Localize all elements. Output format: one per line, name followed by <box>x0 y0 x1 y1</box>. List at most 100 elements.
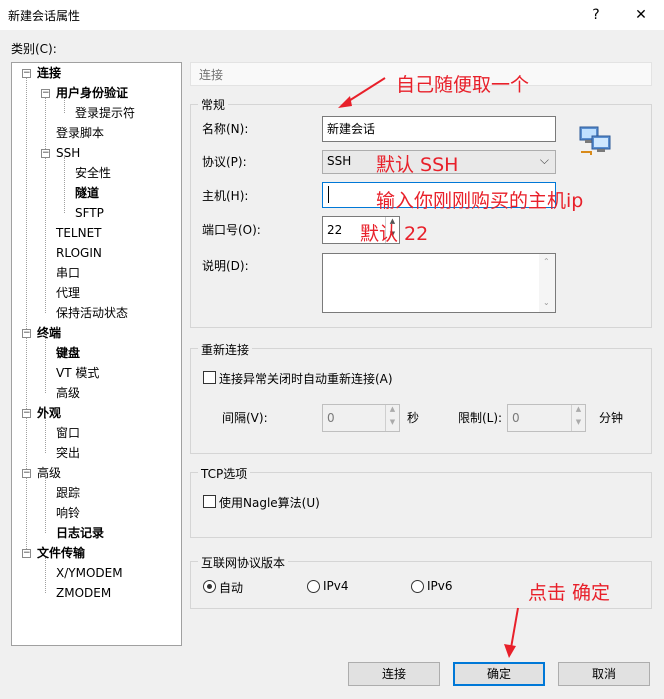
tree-item-security[interactable]: 安全性 <box>75 165 111 181</box>
collapse-icon[interactable]: − <box>41 149 50 158</box>
host-label: 主机(H): <box>202 189 249 203</box>
limit-spin-down[interactable]: ▼ <box>571 418 585 431</box>
tree-item-login-script[interactable]: 登录脚本 <box>56 125 104 141</box>
category-tree[interactable]: − 连接 − 用户身份验证 登录提示符 登录脚本 − SSH 安全性 隧道 SF… <box>11 62 182 646</box>
annotation-host-hint: 输入你刚刚购买的主机ip <box>376 190 584 212</box>
tree-item-keyboard[interactable]: 键盘 <box>56 345 80 361</box>
limit-value: 0 <box>512 411 520 425</box>
tree-item-user-auth[interactable]: 用户身份验证 <box>56 85 128 101</box>
tree-item-connection[interactable]: 连接 <box>37 65 61 81</box>
tree-item-keepalive[interactable]: 保持活动状态 <box>56 305 128 321</box>
tree-guide <box>45 97 46 313</box>
protocol-label: 协议(P): <box>202 155 247 169</box>
chevron-down-icon: ⌵ <box>539 153 549 167</box>
auto-reconnect-label: 连接异常关闭时自动重新连接(A) <box>219 372 393 386</box>
interval-value: 0 <box>327 411 335 425</box>
tree-item-logging[interactable]: 日志记录 <box>56 525 104 541</box>
name-label: 名称(N): <box>202 122 249 136</box>
interval-label: 间隔(V): <box>222 411 268 425</box>
tree-item-appearance[interactable]: 外观 <box>37 405 61 421</box>
tree-item-ssh[interactable]: SSH <box>56 145 80 161</box>
tree-item-telnet[interactable]: TELNET <box>56 225 102 241</box>
ipv4-label: IPv4 <box>323 579 349 593</box>
annotation-port-hint: 默认 22 <box>360 223 429 245</box>
tree-item-bell[interactable]: 响铃 <box>56 505 80 521</box>
window-title: 新建会话属性 <box>8 9 81 23</box>
annotation-arrow-ok <box>504 607 519 658</box>
limit-unit: 分钟 <box>599 411 624 425</box>
description-textarea[interactable] <box>322 253 556 313</box>
tree-item-login-prompts[interactable]: 登录提示符 <box>75 105 135 121</box>
annotation-ok-hint: 点击 确定 <box>528 582 611 604</box>
tree-guide <box>45 477 46 533</box>
tree-item-proxy[interactable]: 代理 <box>56 285 80 301</box>
tree-item-xymodem[interactable]: X/YMODEM <box>56 565 123 581</box>
tree-guide <box>45 417 46 453</box>
tree-item-tunnel[interactable]: 隧道 <box>75 185 99 201</box>
collapse-icon[interactable]: − <box>22 69 31 78</box>
ip-version-group-title: 互联网协议版本 <box>198 554 289 571</box>
text-caret <box>328 186 329 203</box>
annotation-arrow-name <box>338 77 386 108</box>
help-button[interactable]: ? <box>585 4 607 26</box>
interval-unit: 秒 <box>407 411 420 425</box>
interval-spin-up[interactable]: ▲ <box>385 405 399 418</box>
ip-auto-radio[interactable] <box>203 580 216 593</box>
panel-title: 连接 <box>199 68 224 82</box>
radio-selected-dot <box>207 584 212 589</box>
ipv4-radio[interactable] <box>307 580 320 593</box>
category-label: 类别(C): <box>11 42 57 56</box>
collapse-icon[interactable]: − <box>41 89 50 98</box>
scroll-up-icon[interactable]: ⌃ <box>543 257 550 266</box>
tree-item-rlogin[interactable]: RLOGIN <box>56 245 102 261</box>
ipv6-radio[interactable] <box>411 580 424 593</box>
nagle-label: 使用Nagle算法(U) <box>219 496 320 510</box>
description-label: 说明(D): <box>202 259 249 273</box>
network-computers-icon <box>579 126 611 155</box>
tree-item-trace[interactable]: 跟踪 <box>56 485 80 501</box>
reconnect-group-title: 重新连接 <box>198 341 253 358</box>
ipv6-label: IPv6 <box>427 579 453 593</box>
tree-guide <box>45 557 46 593</box>
scroll-down-icon[interactable]: ⌄ <box>543 298 550 307</box>
tree-item-vt-mode[interactable]: VT 模式 <box>56 365 99 381</box>
collapse-icon[interactable]: − <box>22 409 31 418</box>
ok-button[interactable]: 确定 <box>453 662 545 686</box>
port-value: 22 <box>327 223 343 237</box>
tree-item-file-transfer[interactable]: 文件传输 <box>37 545 85 561</box>
cancel-button[interactable]: 取消 <box>558 662 650 686</box>
ip-auto-label: 自动 <box>219 581 244 595</box>
tree-item-terminal[interactable]: 终端 <box>37 325 61 341</box>
tree-guide <box>64 157 65 213</box>
reconnect-group <box>190 348 652 454</box>
tree-guide <box>45 337 46 393</box>
tree-item-sftp[interactable]: SFTP <box>75 205 104 221</box>
collapse-icon[interactable]: − <box>22 549 31 558</box>
tcp-group-title: TCP选项 <box>198 465 251 482</box>
connect-button[interactable]: 连接 <box>348 662 440 686</box>
tree-item-advanced2[interactable]: 高级 <box>37 465 61 481</box>
annotation-name-hint: 自己随便取一个 <box>396 74 530 96</box>
tree-item-zmodem[interactable]: ZMODEM <box>56 585 111 601</box>
name-input[interactable]: 新建会话 <box>322 116 556 142</box>
port-label: 端口号(O): <box>202 223 261 237</box>
annotation-protocol-hint: 默认 SSH <box>376 154 459 176</box>
collapse-icon[interactable]: − <box>22 329 31 338</box>
tree-item-window[interactable]: 窗口 <box>56 425 80 441</box>
auto-reconnect-checkbox[interactable] <box>203 371 216 384</box>
collapse-icon[interactable]: − <box>22 469 31 478</box>
protocol-value: SSH <box>327 154 352 168</box>
title-bar: 新建会话属性 ? ✕ <box>0 0 664 30</box>
nagle-checkbox[interactable] <box>203 495 216 508</box>
tree-item-highlight[interactable]: 突出 <box>56 445 80 461</box>
limit-spin-up[interactable]: ▲ <box>571 405 585 418</box>
limit-label: 限制(L): <box>458 411 503 425</box>
tree-item-serial[interactable]: 串口 <box>56 265 80 281</box>
general-group-title: 常规 <box>198 96 229 113</box>
interval-spin-down[interactable]: ▼ <box>385 418 399 431</box>
close-button[interactable]: ✕ <box>630 4 652 26</box>
tree-guide <box>26 77 27 557</box>
session-properties-dialog: 新建会话属性 ? ✕ 类别(C): − 连接 − 用户身份验证 登录提示符 登录… <box>0 0 664 699</box>
tree-item-advanced[interactable]: 高级 <box>56 385 80 401</box>
description-scrollbar[interactable]: ⌃ ⌄ <box>539 254 555 312</box>
